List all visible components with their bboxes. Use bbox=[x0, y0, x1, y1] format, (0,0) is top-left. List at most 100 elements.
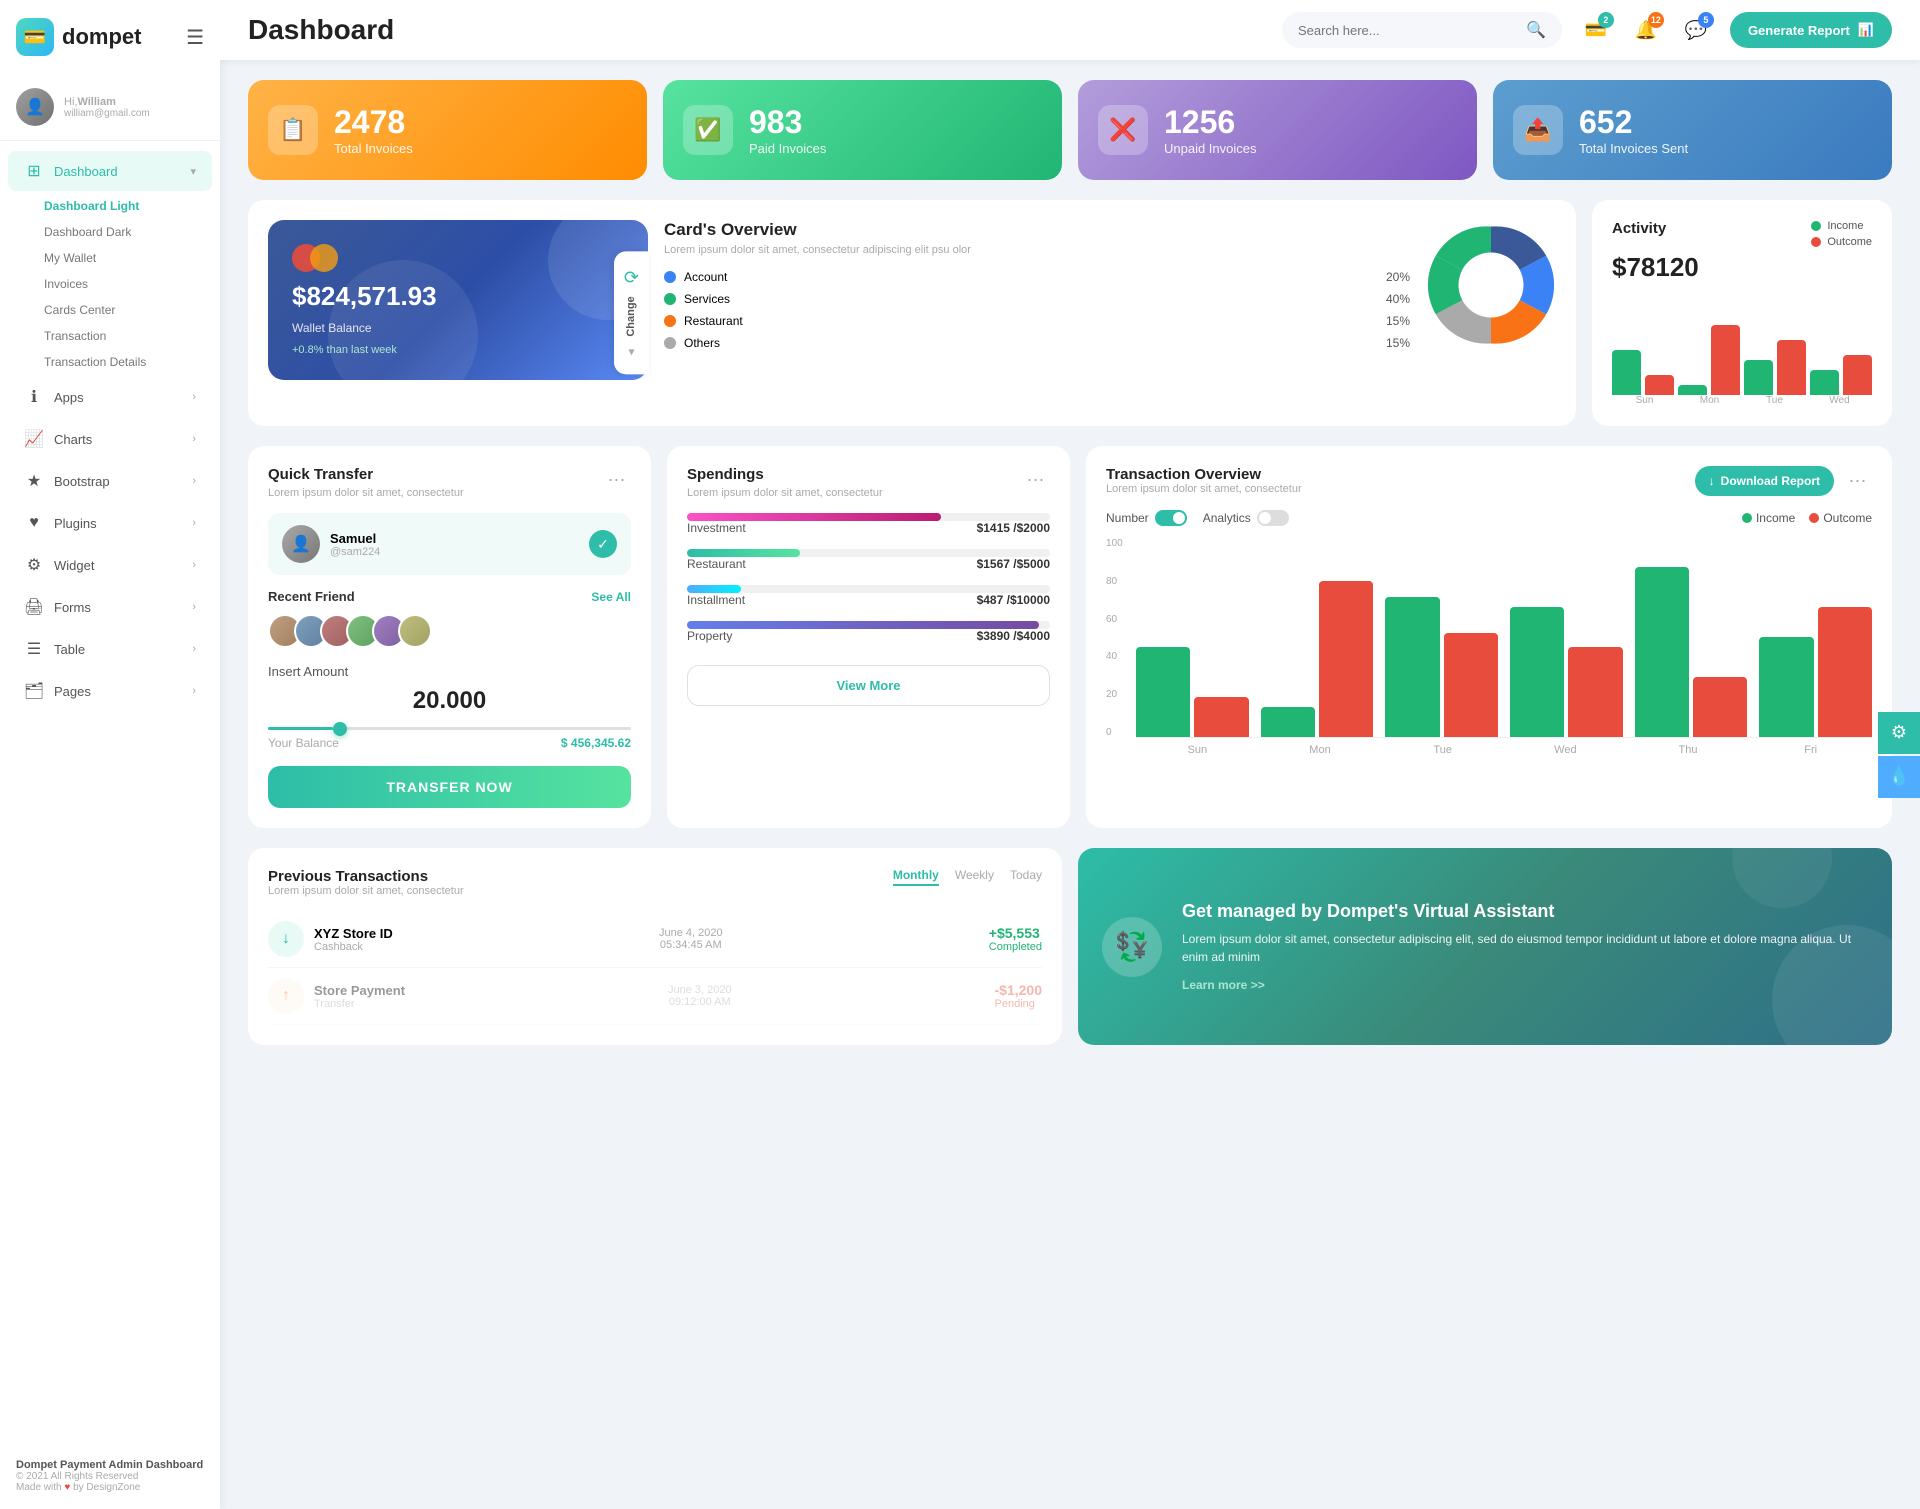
search-input[interactable] bbox=[1298, 23, 1518, 38]
overview-item-account: Account 20% bbox=[664, 270, 1410, 284]
logo-icon: 💳 bbox=[16, 18, 54, 56]
mid-row: $824,571.93 Wallet Balance +0.8% than la… bbox=[248, 200, 1892, 426]
change-button[interactable]: ⟳ Change ▾ bbox=[614, 251, 649, 374]
analytics-toggle[interactable] bbox=[1257, 510, 1289, 526]
table-icon: ☰ bbox=[24, 639, 44, 659]
transfer-user-avatar: 👤 bbox=[282, 525, 320, 563]
charts-icon: 📈 bbox=[24, 429, 44, 449]
va-learn-more-link[interactable]: Learn more >> bbox=[1182, 978, 1868, 992]
sidebar-item-transaction-details[interactable]: Transaction Details bbox=[36, 349, 204, 375]
chevron-right-icon3: › bbox=[192, 475, 196, 487]
wallet-amount: $824,571.93 bbox=[292, 281, 624, 312]
chevron-right-icon: › bbox=[192, 391, 196, 403]
spendings-more-btn[interactable]: ⋯ bbox=[1022, 466, 1050, 494]
label-tue: Tue bbox=[1742, 395, 1807, 406]
bar-tue-income bbox=[1744, 360, 1773, 395]
stat-card-total-invoices: 📋 2478 Total Invoices bbox=[248, 80, 647, 180]
txn-overview-more-btn[interactable]: ⋯ bbox=[1844, 467, 1872, 495]
download-report-button[interactable]: ↓ Download Report bbox=[1695, 466, 1834, 496]
account-label: Account bbox=[684, 270, 727, 284]
bar-chart-icon: 📊 bbox=[1858, 22, 1874, 38]
dashboard-icon: ⊞ bbox=[24, 161, 44, 181]
account-pct: 20% bbox=[1386, 270, 1410, 284]
amount-slider[interactable] bbox=[268, 727, 631, 730]
sent-invoices-icon: 📤 bbox=[1513, 105, 1563, 155]
sidebar-item-dashboard-dark[interactable]: Dashboard Dark bbox=[36, 219, 204, 245]
chat-badge: 5 bbox=[1698, 12, 1714, 28]
sidebar-item-widget[interactable]: ⚙ Widget › bbox=[8, 545, 212, 585]
txn-legend: Income Outcome bbox=[1742, 511, 1872, 525]
stats-row: 📋 2478 Total Invoices ✅ 983 Paid Invoice… bbox=[248, 80, 1892, 180]
spendings-title: Spendings bbox=[687, 466, 883, 483]
user-info: Hi,William william@gmail.com bbox=[64, 96, 150, 119]
big-bar-chart-labels: Sun Mon Tue Wed Thu Fri bbox=[1136, 738, 1872, 756]
sent-invoices-label: Total Invoices Sent bbox=[1579, 141, 1688, 156]
wallet-card: $824,571.93 Wallet Balance +0.8% than la… bbox=[268, 220, 648, 380]
income-legend: Income bbox=[1811, 220, 1872, 232]
number-toggle[interactable] bbox=[1155, 510, 1187, 526]
float-water-button[interactable]: 💧 bbox=[1878, 756, 1920, 798]
overview-right: Card's Overview Lorem ipsum dolor sit am… bbox=[664, 220, 1556, 406]
sidebar-item-my-wallet[interactable]: My Wallet bbox=[36, 245, 204, 271]
prev-transactions-sub: Lorem ipsum dolor sit amet, consectetur bbox=[268, 885, 464, 897]
generate-report-button[interactable]: Generate Report 📊 bbox=[1730, 12, 1892, 48]
tab-weekly[interactable]: Weekly bbox=[955, 868, 994, 886]
page-title: Dashboard bbox=[248, 14, 1266, 46]
label-sun: Sun bbox=[1612, 395, 1677, 406]
sidebar-item-forms[interactable]: 🖨 Forms › bbox=[8, 587, 212, 627]
sidebar-item-bootstrap[interactable]: ★ Bootstrap › bbox=[8, 461, 212, 501]
outcome-legend: Outcome bbox=[1811, 236, 1872, 248]
sidebar-item-plugins[interactable]: ♥ Plugins › bbox=[8, 503, 212, 543]
services-label: Services bbox=[684, 292, 730, 306]
hamburger-icon[interactable]: ☰ bbox=[186, 25, 204, 50]
tab-today[interactable]: Today bbox=[1010, 868, 1042, 886]
chat-icon-btn[interactable]: 💬 5 bbox=[1678, 12, 1714, 48]
table-row: ↓ XYZ Store ID Cashback June 4, 2020 05:… bbox=[268, 911, 1042, 968]
paid-invoices-label: Paid Invoices bbox=[749, 141, 826, 156]
float-settings-button[interactable]: ⚙ bbox=[1878, 712, 1920, 754]
others-label: Others bbox=[684, 336, 720, 350]
sidebar-logo: 💳 dompet ☰ bbox=[0, 0, 220, 74]
sidebar-item-dashboard-light[interactable]: Dashboard Light bbox=[36, 193, 204, 219]
sidebar-item-pages[interactable]: 🗂 Pages › bbox=[8, 671, 212, 711]
transfer-now-button[interactable]: TRANSFER NOW bbox=[268, 766, 631, 808]
transfer-user-handle: @sam224 bbox=[330, 546, 380, 558]
quick-transfer-sub: Lorem ipsum dolor sit amet, consectetur bbox=[268, 487, 464, 499]
sidebar-footer: Dompet Payment Admin Dashboard © 2021 Al… bbox=[0, 1443, 220, 1509]
number-toggle-group: Number bbox=[1106, 510, 1187, 526]
overview-item-services: Services 40% bbox=[664, 292, 1410, 306]
chevron-right-icon8: › bbox=[192, 685, 196, 697]
sidebar-item-dashboard[interactable]: ⊞ Dashboard ▾ bbox=[8, 151, 212, 191]
view-more-button[interactable]: View More bbox=[687, 665, 1050, 706]
sidebar-item-apps[interactable]: ℹ Apps › bbox=[8, 377, 212, 417]
chevron-right-icon7: › bbox=[192, 643, 196, 655]
sidebar-pages-label: Pages bbox=[54, 684, 91, 699]
restaurant-pct: 15% bbox=[1386, 314, 1410, 328]
label-wed: Wed bbox=[1807, 395, 1872, 406]
header-icons: 💳 2 🔔 12 💬 5 bbox=[1578, 12, 1714, 48]
forms-icon: 🖨 bbox=[24, 597, 44, 617]
sidebar-apps-label: Apps bbox=[54, 390, 84, 405]
wallet-icon-btn[interactable]: 💳 2 bbox=[1578, 12, 1614, 48]
sidebar-item-cards-center[interactable]: Cards Center bbox=[36, 297, 204, 323]
overview-item-restaurant: Restaurant 15% bbox=[664, 314, 1410, 328]
insert-amount-label: Insert Amount bbox=[268, 664, 631, 679]
tab-monthly[interactable]: Monthly bbox=[893, 868, 939, 886]
sidebar-item-table[interactable]: ☰ Table › bbox=[8, 629, 212, 669]
chevron-down-icon: ▾ bbox=[190, 165, 196, 178]
see-all-link[interactable]: See All bbox=[591, 590, 631, 604]
unpaid-invoices-label: Unpaid Invoices bbox=[1164, 141, 1257, 156]
bell-icon-btn[interactable]: 🔔 12 bbox=[1628, 12, 1664, 48]
transaction-overview-card: Transaction Overview Lorem ipsum dolor s… bbox=[1086, 446, 1892, 828]
property-label: Property bbox=[687, 629, 732, 643]
quick-transfer-more-btn[interactable]: ⋯ bbox=[603, 466, 631, 494]
restaurant-dot bbox=[664, 315, 676, 327]
friend-avatar-6[interactable] bbox=[398, 614, 432, 648]
sidebar-item-invoices[interactable]: Invoices bbox=[36, 271, 204, 297]
sidebar-item-transaction[interactable]: Transaction bbox=[36, 323, 204, 349]
bar-mon-income bbox=[1678, 385, 1707, 395]
pie-chart bbox=[1426, 220, 1556, 350]
wallet-change: +0.8% than last week bbox=[292, 344, 624, 356]
chevron-right-icon4: › bbox=[192, 517, 196, 529]
sidebar-item-charts[interactable]: 📈 Charts › bbox=[8, 419, 212, 459]
